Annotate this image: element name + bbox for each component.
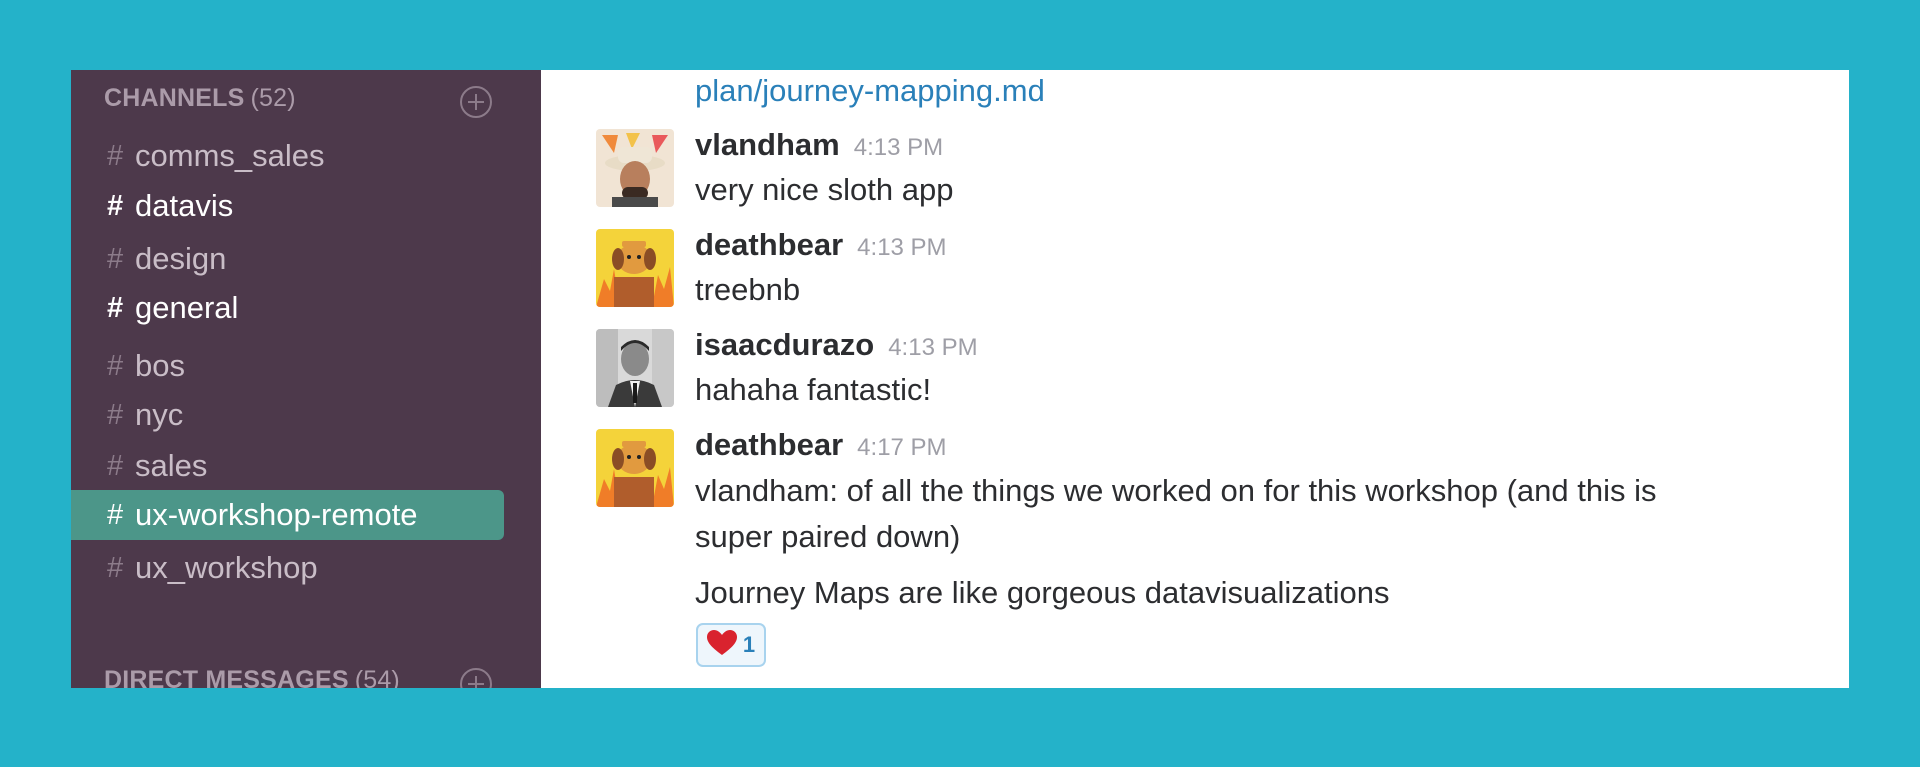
- file-link[interactable]: plan/journey-mapping.md: [695, 70, 1045, 112]
- message-header: deathbear 4:13 PM: [695, 227, 947, 263]
- hash-icon: #: [107, 291, 124, 324]
- username[interactable]: deathbear: [695, 427, 843, 463]
- message-text: treebnb: [695, 272, 801, 307]
- timestamp[interactable]: 4:13 PM: [854, 134, 943, 162]
- channel-label: nyc: [135, 397, 184, 432]
- sidebar-item-comms-sales[interactable]: # comms_sales: [71, 131, 504, 181]
- sidebar-item-nyc[interactable]: # nyc: [71, 390, 504, 440]
- hash-icon: #: [107, 449, 124, 482]
- channel-label: datavis: [135, 188, 234, 223]
- message-text: Journey Maps are like gorgeous datavisua…: [695, 575, 1390, 610]
- reaction-count: 1: [742, 632, 756, 657]
- add-channel-icon[interactable]: [460, 86, 492, 118]
- sidebar-item-sales[interactable]: # sales: [71, 441, 504, 491]
- message-text: hahaha fantastic!: [695, 372, 932, 407]
- message-text: very nice sloth app: [695, 172, 954, 207]
- avatar-vlandham[interactable]: [596, 129, 674, 207]
- direct-messages-header[interactable]: DIRECT MESSAGES (54): [104, 666, 400, 688]
- sidebar-item-ux-workshop[interactable]: # ux_workshop: [71, 543, 504, 593]
- message-header: deathbear 4:17 PM: [695, 427, 947, 463]
- heart-icon: [706, 629, 737, 661]
- hash-icon: #: [107, 498, 124, 531]
- hash-icon: #: [107, 551, 124, 584]
- timestamp[interactable]: 4:13 PM: [857, 234, 946, 262]
- channel-label: ux_workshop: [135, 550, 318, 585]
- avatar-isaacdurazo[interactable]: [596, 329, 674, 407]
- sidebar-item-datavis[interactable]: # datavis: [71, 181, 504, 231]
- dm-header-label: DIRECT MESSAGES: [104, 666, 349, 688]
- channel-label: sales: [135, 448, 208, 483]
- hash-icon: #: [107, 398, 124, 431]
- dm-count: (54): [354, 666, 400, 688]
- sidebar-item-general[interactable]: # general: [71, 283, 504, 333]
- hash-icon: #: [107, 139, 124, 172]
- channel-label: comms_sales: [135, 138, 325, 173]
- hash-icon: #: [107, 242, 124, 275]
- message-pane: plan/journey-mapping.md vlandham 4:13 PM…: [541, 70, 1849, 688]
- sidebar-item-design[interactable]: # design: [71, 234, 504, 284]
- timestamp[interactable]: 4:17 PM: [857, 434, 946, 462]
- channel-label: design: [135, 241, 227, 276]
- sidebar: CHANNELS (52) # comms_sales # datavis # …: [71, 70, 541, 688]
- message-text: super paired down): [695, 519, 961, 554]
- channel-label: bos: [135, 348, 185, 383]
- message-text: vlandham: of all the things we worked on…: [695, 473, 1657, 508]
- hash-icon: #: [107, 189, 124, 222]
- timestamp[interactable]: 4:13 PM: [888, 334, 977, 362]
- avatar-deathbear[interactable]: [596, 429, 674, 507]
- hash-icon: #: [107, 349, 124, 382]
- message-header: vlandham 4:13 PM: [695, 127, 943, 163]
- channels-header[interactable]: CHANNELS (52): [104, 84, 296, 113]
- slack-window: CHANNELS (52) # comms_sales # datavis # …: [71, 70, 1849, 688]
- heart-reaction[interactable]: 1: [696, 623, 766, 667]
- add-dm-icon[interactable]: [460, 668, 492, 688]
- channels-header-label: CHANNELS: [104, 84, 245, 112]
- channel-label: ux-workshop-remote: [135, 497, 418, 532]
- message-header: isaacdurazo 4:13 PM: [695, 327, 978, 363]
- avatar-deathbear[interactable]: [596, 229, 674, 307]
- username[interactable]: deathbear: [695, 227, 843, 263]
- channels-count: (52): [250, 84, 296, 112]
- sidebar-item-bos[interactable]: # bos: [71, 341, 504, 391]
- username[interactable]: isaacdurazo: [695, 327, 874, 363]
- channel-label: general: [135, 290, 239, 325]
- username[interactable]: vlandham: [695, 127, 840, 163]
- sidebar-item-ux-workshop-remote[interactable]: # ux-workshop-remote: [71, 490, 504, 540]
